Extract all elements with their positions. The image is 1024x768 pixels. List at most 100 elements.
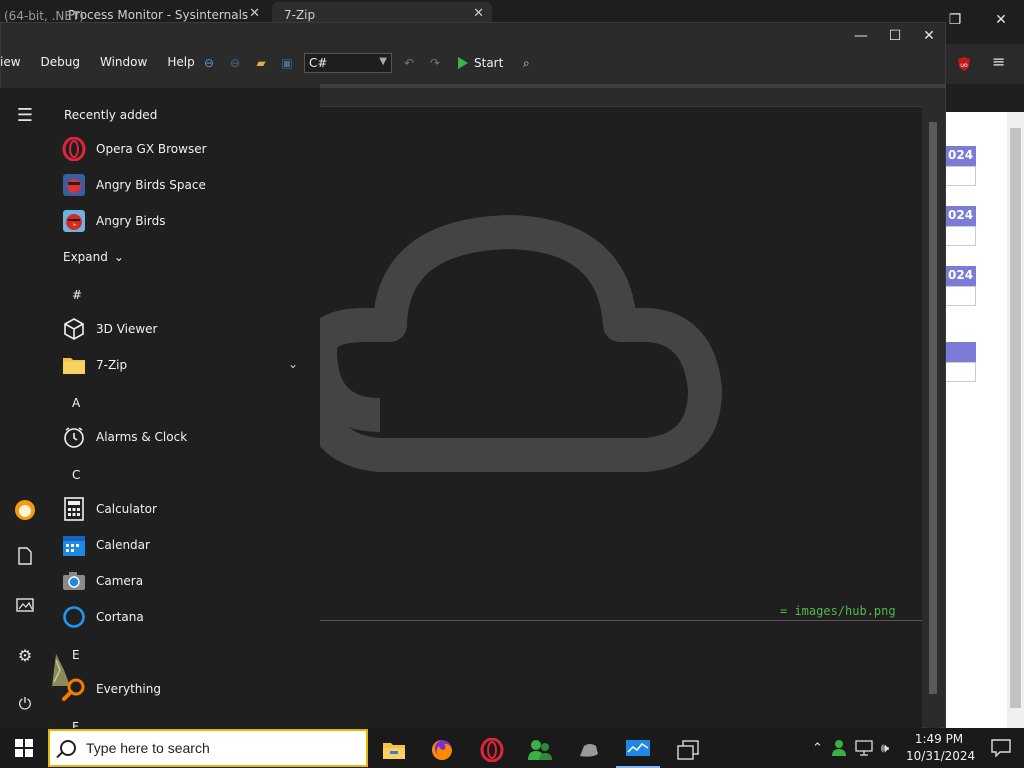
group-letter[interactable]: A	[72, 396, 80, 410]
output-pane[interactable]	[320, 620, 922, 728]
pill-footer	[946, 362, 976, 382]
menu-icon[interactable]: ≡	[992, 52, 1005, 71]
taskbar-hub-app[interactable]	[566, 732, 610, 768]
pane-splitter[interactable]	[320, 84, 946, 88]
minimize-icon[interactable]: —	[844, 22, 878, 50]
language-select[interactable]: C# ▼	[304, 53, 392, 73]
clock-time: 1:49 PM	[914, 732, 964, 746]
play-icon	[458, 57, 468, 69]
cloud-shape-icon	[580, 744, 598, 757]
network-icon[interactable]	[855, 740, 873, 756]
hamburger-menu-icon[interactable]: ☰	[12, 103, 38, 129]
app-everything[interactable]: Everything	[62, 672, 310, 706]
close-icon[interactable]: ✕	[978, 0, 1024, 40]
group-letter[interactable]: C	[72, 468, 80, 482]
everything-search-icon	[62, 677, 86, 701]
back-icon[interactable]: ⊖	[200, 54, 218, 72]
date-pill: 024	[946, 266, 976, 286]
expand-button[interactable]: Expand ⌄	[63, 250, 124, 264]
start-menu-rail	[0, 88, 50, 728]
date-pill: 024	[946, 206, 976, 226]
task-view-icon	[677, 740, 699, 760]
pictures-icon[interactable]	[12, 595, 38, 621]
forward-icon[interactable]: ⊖	[226, 54, 244, 72]
pill-footer	[946, 166, 976, 186]
app-3d-viewer[interactable]: 3D Viewer	[62, 312, 310, 346]
app-opera-gx[interactable]: Opera GX Browser	[62, 132, 310, 166]
firefox-icon	[432, 740, 452, 760]
close-icon[interactable]: ✕	[473, 6, 484, 21]
group-letter[interactable]: #	[72, 288, 82, 302]
volume-icon[interactable]: 🕪	[881, 741, 889, 756]
group-letter[interactable]: E	[72, 648, 80, 662]
settings-gear-icon[interactable]: ⚙	[12, 643, 38, 669]
date-pill	[946, 342, 976, 362]
taskbar-opera[interactable]	[470, 732, 514, 768]
menu-bar: iew Debug Window Help	[0, 50, 205, 74]
cube-icon	[62, 317, 86, 341]
menu-view[interactable]: iew	[0, 55, 31, 69]
taskbar-firefox[interactable]	[420, 732, 464, 768]
app-camera[interactable]: Camera	[62, 564, 310, 598]
redo-icon[interactable]: ↷	[426, 54, 444, 72]
taskbar-task-view[interactable]	[666, 732, 710, 768]
browser-toolbar: uo ≡	[946, 44, 1024, 84]
taskbar-people-app[interactable]	[518, 732, 562, 768]
documents-icon[interactable]	[12, 547, 38, 573]
taskbar-clock[interactable]: 1:49 PM 10/31/2024	[906, 731, 976, 765]
pill-footer	[946, 286, 976, 306]
save-icon[interactable]: ▣	[278, 54, 296, 72]
menu-window[interactable]: Window	[90, 55, 157, 69]
alarm-clock-icon	[62, 425, 86, 449]
search-input[interactable]	[86, 740, 346, 756]
open-folder-icon[interactable]: ▰	[252, 54, 270, 72]
file-explorer-icon	[383, 743, 405, 759]
people-icon	[528, 740, 552, 760]
notification-center-button[interactable]	[978, 728, 1024, 768]
calculator-icon	[62, 497, 86, 521]
user-avatar-icon[interactable]	[12, 499, 38, 525]
power-icon[interactable]: ⏻	[12, 691, 38, 717]
chevron-down-icon: ▼	[379, 56, 387, 67]
ublock-icon[interactable]: uo	[956, 56, 972, 72]
start-button[interactable]: Start	[452, 56, 509, 70]
app-angry-birds-space[interactable]: Angry Birds Space	[62, 168, 310, 202]
ide-scroll-thumb[interactable]	[929, 122, 937, 694]
undo-icon[interactable]: ↶	[400, 54, 418, 72]
taskbar-file-explorer[interactable]	[372, 732, 416, 768]
clock-date: 10/31/2024	[906, 749, 976, 763]
camera-icon	[62, 569, 86, 593]
taskbar-monitor-app[interactable]	[616, 732, 660, 768]
angry-birds-space-icon	[62, 173, 86, 197]
app-cortana[interactable]: Cortana	[62, 600, 310, 634]
taskbar-search-box[interactable]	[48, 729, 368, 767]
windows-start-button[interactable]	[0, 728, 48, 768]
app-7zip[interactable]: 7-Zip	[62, 348, 310, 382]
app-angry-birds[interactable]: Angry Birds	[62, 204, 310, 238]
search-icon[interactable]: ⌕	[517, 54, 535, 72]
maximize-icon[interactable]: ☐	[878, 22, 912, 50]
app-calculator[interactable]: Calculator	[62, 492, 310, 526]
system-tray: ⌃ 🕪	[812, 728, 889, 768]
chevron-down-icon[interactable]: ⌄	[288, 357, 298, 371]
menu-debug[interactable]: Debug	[31, 55, 90, 69]
window-title: (64-bit, .NET)	[4, 9, 84, 23]
chevron-up-icon[interactable]: ⌃	[812, 741, 823, 756]
opera-icon	[480, 738, 504, 762]
close-icon[interactable]: ✕	[912, 22, 946, 50]
app-calendar[interactable]: Calendar	[62, 528, 310, 562]
language-value: C#	[309, 56, 328, 70]
pill-footer	[946, 226, 976, 246]
menu-help[interactable]: Help	[157, 55, 204, 69]
user-status-icon[interactable]	[831, 739, 847, 757]
app-alarms-clock[interactable]: Alarms & Clock	[62, 420, 310, 454]
group-letter[interactable]: F	[72, 720, 79, 728]
svg-text:uo: uo	[960, 62, 968, 69]
browser-scroll-thumb[interactable]	[1010, 128, 1021, 708]
close-icon[interactable]: ✕	[249, 6, 260, 21]
notification-icon	[991, 739, 1011, 757]
windows-logo-icon	[15, 739, 33, 757]
folder-icon	[62, 353, 86, 377]
ide-window-controls: — ☐ ✕	[844, 22, 946, 50]
editor-text-link[interactable]: = images/hub.png	[780, 604, 896, 618]
